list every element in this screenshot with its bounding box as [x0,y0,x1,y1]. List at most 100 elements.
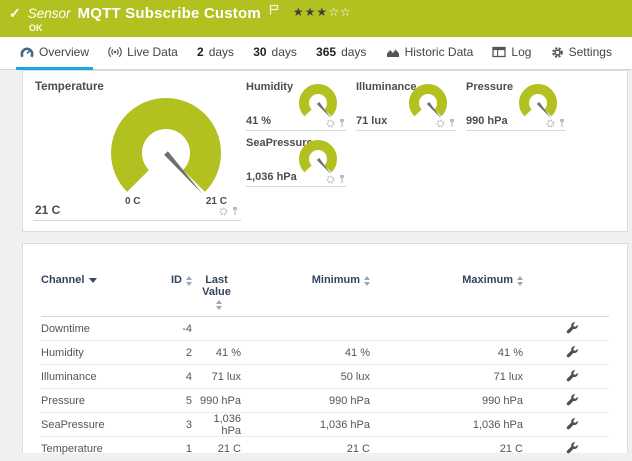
gauge-value: 990 hPa [466,115,508,127]
gauge-pin-icon[interactable] [338,118,346,128]
tab-overview[interactable]: Overview [16,37,93,70]
channel-table-header: Channel ID Last Value Minimum Maximum [41,244,609,317]
gauge-pin-icon[interactable] [558,118,566,128]
gauge-settings-gear-icon[interactable] [326,175,335,184]
gauge-title: Temperature [35,81,104,93]
tab-label: Settings [569,45,612,59]
table-row-seapressure: SeaPressure 3 1,036 hPa 1,036 hPa 1,036 … [41,413,609,437]
channel-maximum: 41 % [370,347,523,359]
gear-icon [551,46,564,59]
sort-icon [517,276,523,286]
column-label: Minimum [312,274,360,286]
gauge-panel-humidity[interactable]: Humidity 41 % [246,81,346,131]
tab-label: Log [511,45,531,59]
channel-table-card: Channel ID Last Value Minimum Maximum Do… [22,243,628,453]
table-row-pressure: Pressure 5 990 hPa 990 hPa 990 hPa [41,389,609,413]
column-label: ID [171,274,182,286]
column-header-maximum[interactable]: Maximum [370,274,523,286]
status-ok-check-icon: ✓ [9,5,21,22]
gauges-card: Temperature 0 C 21 C 21 C Humidity 41 % [22,70,628,232]
channel-maximum: 990 hPa [370,395,523,407]
channel-last-value: 990 hPa [192,395,241,407]
channel-settings-wrench-icon[interactable] [566,322,579,335]
channel-minimum: 990 hPa [241,395,370,407]
gauge-title: Pressure [466,81,513,93]
log-icon [492,46,506,58]
table-row-temperature: Temperature 1 21 C 21 C 21 C [41,437,609,461]
gauge-settings-gear-icon[interactable] [219,207,228,216]
channel-name: Downtime [41,323,136,335]
tab-live-data[interactable]: Live Data [104,37,182,70]
column-label: Channel [41,274,84,286]
channel-minimum: 41 % [241,347,370,359]
tab-bar: Overview Live Data 2 days 30 days 365 da… [0,37,632,70]
object-kind-label: Sensor [28,6,71,21]
gauge-pin-icon[interactable] [231,206,239,216]
priority-stars[interactable]: ★★★☆☆ [293,5,352,19]
channel-settings-wrench-icon[interactable] [566,346,579,359]
tab-30-days[interactable]: 30 days [249,37,301,70]
priority-stars-filled[interactable]: ★★★ [293,5,328,19]
divider [356,130,456,131]
channel-settings-wrench-icon[interactable] [566,394,579,407]
channel-name: Humidity [41,347,136,359]
column-header-minimum[interactable]: Minimum [241,274,370,286]
tab-label: Overview [39,45,89,59]
tab-day-count: 2 [197,45,204,59]
gauge-value: 21 C [35,203,60,217]
gauge-panel-temperature[interactable]: Temperature 0 C 21 C 21 C [31,79,243,225]
channel-name: Temperature [41,443,136,455]
tab-365-days[interactable]: 365 days [312,37,370,70]
channel-id: 2 [136,347,192,359]
column-label: Last Value [195,274,239,298]
tab-log[interactable]: Log [488,37,535,70]
gauge-icon [20,46,34,59]
table-row-illuminance: Illuminance 4 71 lux 50 lux 71 lux [41,365,609,389]
channel-id: -4 [136,323,192,335]
gauge-settings-gear-icon[interactable] [436,119,445,128]
tab-label: Historic Data [405,45,474,59]
status-badge: OK [29,23,43,33]
channel-name: Pressure [41,395,136,407]
historic-data-icon [386,46,400,58]
divider [466,130,566,131]
flag-icon[interactable] [269,2,279,20]
gauge-pin-icon[interactable] [338,174,346,184]
gauge-settings-gear-icon[interactable] [326,119,335,128]
column-header-id[interactable]: ID [136,274,192,286]
tab-2-days[interactable]: 2 days [193,37,238,70]
priority-stars-empty[interactable]: ☆☆ [328,5,352,19]
gauge-panel-seapressure[interactable]: SeaPressure 1,036 hPa [246,137,346,187]
table-row-humidity: Humidity 2 41 % 41 % 41 % [41,341,609,365]
tab-day-count: 30 [253,45,266,59]
gauge-settings-gear-icon[interactable] [546,119,555,128]
tab-historic-data[interactable]: Historic Data [382,37,478,70]
small-gauges-grid: Humidity 41 % Illuminance 71 lux [246,81,566,187]
gauge-panel-illuminance[interactable]: Illuminance 71 lux [356,81,456,131]
tab-label: days [272,45,297,59]
gauge-panel-pressure[interactable]: Pressure 990 hPa [466,81,566,131]
tab-settings[interactable]: Settings [547,37,616,70]
channel-maximum: 71 lux [370,371,523,383]
channel-name: SeaPressure [41,419,136,431]
gauge-value: 1,036 hPa [246,171,297,183]
channel-minimum: 50 lux [241,371,370,383]
sort-icon [216,300,222,310]
table-row-downtime: Downtime -4 [41,317,609,341]
channel-last-value: 41 % [192,347,241,359]
tab-label: days [209,45,234,59]
gauge-value: 41 % [246,115,271,127]
channel-id: 3 [136,419,192,431]
column-header-last-value[interactable]: Last Value [192,274,241,310]
column-header-channel[interactable]: Channel [41,274,136,286]
channel-name: Illuminance [41,371,136,383]
channel-settings-wrench-icon[interactable] [566,418,579,431]
channel-id: 4 [136,371,192,383]
tab-label: days [341,45,366,59]
channel-minimum: 21 C [241,443,370,455]
channel-minimum: 1,036 hPa [241,419,370,431]
channel-id: 5 [136,395,192,407]
channel-settings-wrench-icon[interactable] [566,370,579,383]
sort-active-caret-icon [89,278,97,283]
gauge-pin-icon[interactable] [448,118,456,128]
